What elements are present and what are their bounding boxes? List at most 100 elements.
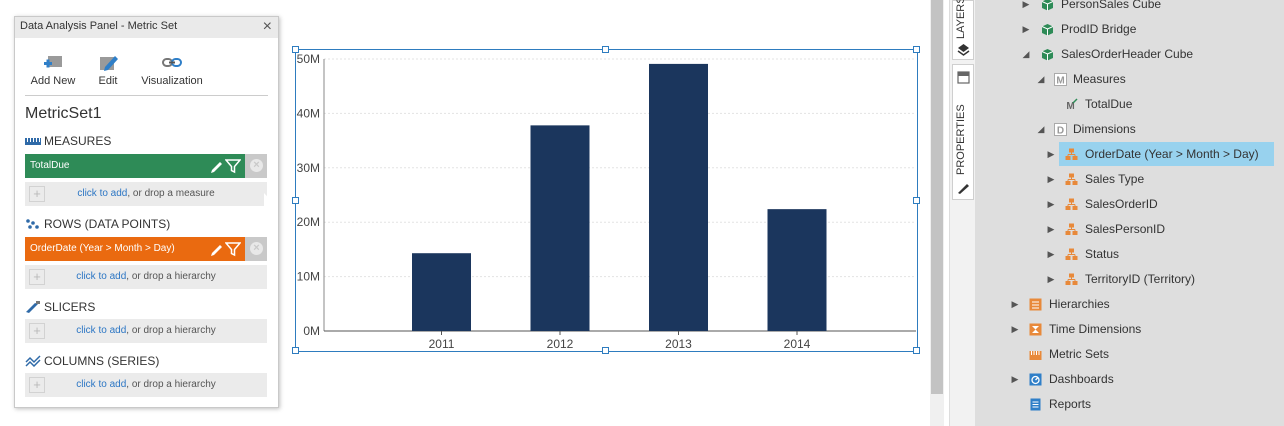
expand-arrow-icon[interactable]: ▶ [1045,168,1057,190]
tree-node-label: Sales Type [1085,172,1145,186]
resize-handle-s[interactable] [602,347,609,354]
tree-node[interactable]: M TotalDue [975,93,1284,115]
x-tick-label: 2014 [784,337,811,351]
collapse-arrow-icon[interactable]: ◢ [1020,43,1032,65]
measure-dropzone[interactable]: + click to add, or drop a measure [25,182,267,206]
tree-node-label: ProdID Bridge [1061,22,1137,36]
bar-2014[interactable] [767,209,827,331]
hierarchy-icon [1065,248,1078,260]
click-to-add-link[interactable]: click to add [76,325,126,336]
scrollbar-thumb[interactable] [931,0,943,394]
dimensions-folder-icon: D [1054,123,1067,136]
rows-dropzone[interactable]: + click to add, or drop a hierarchy [25,265,267,289]
hierarchy-icon [1065,173,1078,185]
x-tick-label: 2013 [665,337,692,351]
cube-icon [1041,0,1054,11]
tree-node[interactable]: ▶ Sales Type [975,168,1284,190]
tree-node[interactable]: ▶ Time Dimensions [975,318,1284,340]
tab-layers-label: LAYERS [955,0,967,39]
remove-measure-button[interactable]: × [245,154,267,178]
dashboards-icon [1029,373,1042,386]
tree-node-label: Reports [1049,397,1092,411]
visualization-label: Visualization [141,75,203,87]
expand-arrow-icon[interactable]: ▶ [1009,293,1021,315]
tree-node[interactable]: ▶ Dashboards [975,368,1284,390]
tree-node[interactable]: ▶ PersonSales Cube [975,0,1284,15]
resize-handle-nw[interactable] [292,46,299,53]
tab-layers[interactable]: LAYERS [952,0,974,60]
visualization-button[interactable]: Visualization [139,53,205,87]
row-item-orderdate[interactable]: OrderDate (Year > Month > Day) × [25,237,267,261]
columns-dropzone[interactable]: + click to add, or drop a hierarchy [25,373,267,397]
slicer-knife-icon [26,301,40,313]
tree-node[interactable]: ▶ ProdID Bridge [975,18,1284,40]
expand-arrow-icon[interactable]: ▶ [1020,18,1032,40]
series-lines-icon [25,355,41,367]
bar-2012[interactable] [530,125,590,331]
tree-node[interactable]: Reports [975,393,1284,415]
data-analysis-panel: Data Analysis Panel - Metric Set × Add N… [14,16,279,408]
edit-pencil-icon [100,56,118,71]
resize-handle-e[interactable] [913,197,920,204]
close-circle-icon: × [250,159,263,172]
expand-arrow-icon[interactable]: ▶ [1009,318,1021,340]
metric-sets-icon [1029,351,1042,360]
add-new-button[interactable]: Add New [29,53,77,87]
resize-handle-se[interactable] [913,347,920,354]
dropzone-text: , or drop a hierarchy [126,379,216,390]
tree-node-label: SalesPersonID [1085,222,1166,236]
expand-arrow-icon[interactable]: ▶ [1045,143,1057,165]
expand-arrow-icon[interactable]: ▶ [1045,243,1057,265]
tree-node[interactable]: Metric Sets [975,343,1284,365]
slicers-section-title: SLICERS [25,300,95,314]
resize-handle-n[interactable] [602,46,609,53]
tree-node-label: OrderDate (Year > Month > Day) [1085,147,1259,161]
expand-arrow-icon[interactable]: ▶ [1045,193,1057,215]
click-to-add-link[interactable]: click to add [76,271,126,282]
tree-node[interactable]: ▶ Hierarchies [975,293,1284,315]
edit-pencil-icon[interactable] [209,158,225,174]
tree-node[interactable]: ▶ Status [975,243,1284,265]
click-to-add-link[interactable]: click to add [77,188,127,199]
slicers-label: SLICERS [44,300,96,314]
data-tree-panel: ▶ PersonSales Cube ▶ ProdID Bridge ◢ SalesOrd… [975,0,1284,426]
tree-node[interactable]: ▶ OrderDate (Year > Month > Day) [975,142,1284,166]
resize-handle-ne[interactable] [913,46,920,53]
tree-node-label: Measures [1073,72,1126,86]
properties-panel-icon [957,71,970,84]
collapse-arrow-icon[interactable]: ◢ [1035,118,1047,140]
panel-titlebar[interactable]: Data Analysis Panel - Metric Set × [15,17,278,38]
filter-icon[interactable] [225,241,241,257]
x-tick-label: 2011 [429,337,455,351]
edit-pencil-icon[interactable] [209,241,225,257]
expand-arrow-icon[interactable]: ▶ [1045,218,1057,240]
bar-2011[interactable] [412,253,471,331]
expand-arrow-icon[interactable]: ▶ [1020,0,1032,15]
slicers-dropzone[interactable]: + click to add, or drop a hierarchy [25,319,267,343]
add-new-label: Add New [30,75,76,87]
tree-node[interactable]: ◢ D Dimensions [975,118,1284,140]
close-icon[interactable]: × [263,18,272,36]
panel-title: Data Analysis Panel - Metric Set [20,20,178,32]
collapse-arrow-icon[interactable]: ◢ [1035,68,1047,90]
expand-arrow-icon[interactable]: ▶ [1045,268,1057,290]
tab-properties[interactable]: PROPERTIES [952,64,974,200]
measure-item-totaldue[interactable]: TotalDue × [25,154,267,178]
tree-node[interactable]: ◢ M Measures [975,68,1284,90]
metricset-name[interactable]: MetricSet1 [25,105,101,123]
tree-node[interactable]: ▶ SalesOrderID [975,193,1284,215]
tree-node[interactable]: ◢ SalesOrderHeader Cube [975,43,1284,65]
filter-icon[interactable] [225,158,241,174]
remove-row-button[interactable]: × [245,237,267,261]
bar-2013[interactable] [649,63,708,332]
measures-section-title: MEASURES [25,134,111,148]
click-to-add-link[interactable]: click to add [76,379,126,390]
resize-handle-w[interactable] [292,197,299,204]
edit-button[interactable]: Edit [93,53,123,87]
tree-node[interactable]: ▶ SalesPersonID [975,218,1284,240]
plus-icon: + [29,269,45,285]
expand-arrow-icon[interactable]: ▶ [1009,368,1021,390]
resize-handle-sw[interactable] [292,347,299,354]
dropzone-text: , or drop a measure [127,188,215,199]
tree-node[interactable]: ▶ TerritoryID (Territory) [975,268,1284,290]
